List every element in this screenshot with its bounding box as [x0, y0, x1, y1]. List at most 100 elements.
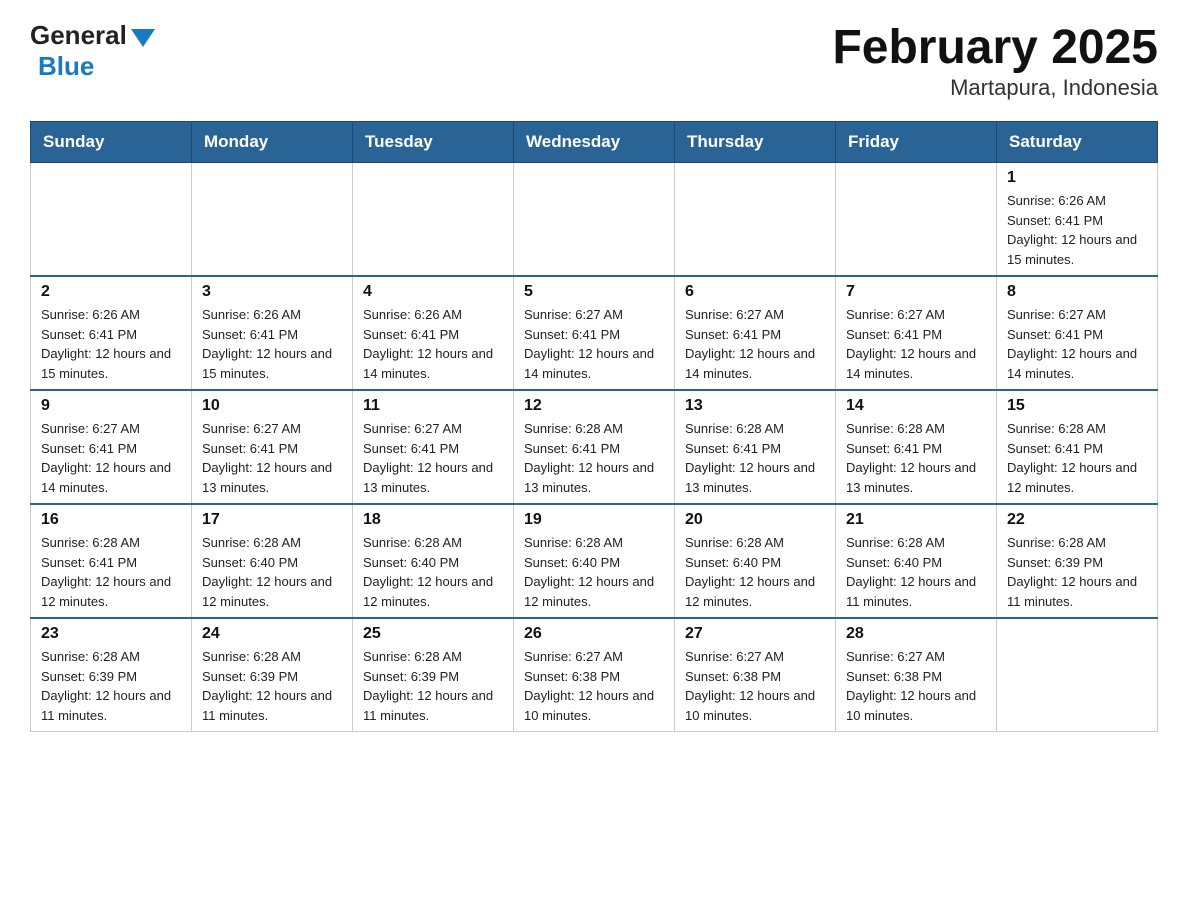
calendar-cell	[353, 163, 514, 277]
calendar-cell: 16 Sunrise: 6:28 AMSunset: 6:41 PMDayligh…	[31, 504, 192, 618]
weekday-header-sunday: Sunday	[31, 122, 192, 163]
calendar-cell: 7Sunrise: 6:27 AMSunset: 6:41 PMDaylight…	[836, 276, 997, 390]
calendar-cell: 22 Sunrise: 6:28 AMSunset: 6:39 PMDayligh…	[997, 504, 1158, 618]
calendar-cell: 8 Sunrise: 6:27 AMSunset: 6:41 PMDaylight…	[997, 276, 1158, 390]
calendar-cell: 6 Sunrise: 6:27 AMSunset: 6:41 PMDaylight…	[675, 276, 836, 390]
logo-blue-text: Blue	[38, 51, 94, 82]
calendar-cell: 14 Sunrise: 6:28 AMSunset: 6:41 PMDayligh…	[836, 390, 997, 504]
calendar-cell: 5 Sunrise: 6:27 AMSunset: 6:41 PMDaylight…	[514, 276, 675, 390]
calendar-header-row: SundayMondayTuesdayWednesdayThursdayFrid…	[31, 122, 1158, 163]
calendar-cell: 13 Sunrise: 6:28 AMSunset: 6:41 PMDayligh…	[675, 390, 836, 504]
calendar-cell: 21 Sunrise: 6:28 AMSunset: 6:40 PMDayligh…	[836, 504, 997, 618]
day-info: Sunrise: 6:28 AMSunset: 6:39 PMDaylight:…	[41, 647, 181, 725]
calendar-cell: 11 Sunrise: 6:27 AMSunset: 6:41 PMDayligh…	[353, 390, 514, 504]
day-info: Sunrise: 6:28 AMSunset: 6:41 PMDaylight:…	[685, 419, 825, 497]
day-number: 1	[1007, 169, 1147, 187]
day-info: Sunrise: 6:28 AMSunset: 6:40 PMDaylight:…	[524, 533, 664, 611]
day-info: Sunrise: 6:28 AMSunset: 6:41 PMDaylight:…	[1007, 419, 1147, 497]
calendar-week-row: 1 Sunrise: 6:26 AMSunset: 6:41 PMDaylight…	[31, 163, 1158, 277]
logo: General Blue	[30, 20, 155, 82]
month-title: February 2025	[832, 20, 1158, 75]
weekday-header-monday: Monday	[192, 122, 353, 163]
calendar-cell: 25 Sunrise: 6:28 AMSunset: 6:39 PMDayligh…	[353, 618, 514, 732]
calendar-cell: 24 Sunrise: 6:28 AMSunset: 6:39 PMDayligh…	[192, 618, 353, 732]
calendar-week-row: 2Sunrise: 6:26 AMSunset: 6:41 PMDaylight…	[31, 276, 1158, 390]
day-number: 27	[685, 625, 825, 643]
day-info: Sunrise: 6:28 AMSunset: 6:41 PMDaylight:…	[846, 419, 986, 497]
day-number: 5	[524, 283, 664, 301]
day-info: Sunrise: 6:26 AMSunset: 6:41 PMDaylight:…	[1007, 191, 1147, 269]
calendar-cell	[31, 163, 192, 277]
day-number: 20	[685, 511, 825, 529]
calendar-cell: 12 Sunrise: 6:28 AMSunset: 6:41 PMDayligh…	[514, 390, 675, 504]
day-info: Sunrise: 6:28 AMSunset: 6:40 PMDaylight:…	[685, 533, 825, 611]
day-info: Sunrise: 6:27 AMSunset: 6:41 PMDaylight:…	[524, 305, 664, 383]
logo-arrow-icon	[131, 29, 155, 47]
calendar-cell	[997, 618, 1158, 732]
day-info: Sunrise: 6:27 AMSunset: 6:38 PMDaylight:…	[685, 647, 825, 725]
calendar-cell: 15 Sunrise: 6:28 AMSunset: 6:41 PMDayligh…	[997, 390, 1158, 504]
location: Martapura, Indonesia	[832, 75, 1158, 101]
day-number: 21	[846, 511, 986, 529]
day-number: 11	[363, 397, 503, 415]
calendar-week-row: 9 Sunrise: 6:27 AMSunset: 6:41 PMDaylight…	[31, 390, 1158, 504]
day-number: 19	[524, 511, 664, 529]
day-number: 8	[1007, 283, 1147, 301]
calendar-cell: 9 Sunrise: 6:27 AMSunset: 6:41 PMDaylight…	[31, 390, 192, 504]
day-info: Sunrise: 6:28 AMSunset: 6:40 PMDaylight:…	[846, 533, 986, 611]
day-info: Sunrise: 6:28 AMSunset: 6:39 PMDaylight:…	[363, 647, 503, 725]
day-number: 12	[524, 397, 664, 415]
day-number: 3	[202, 283, 342, 301]
calendar-cell: 18Sunrise: 6:28 AMSunset: 6:40 PMDayligh…	[353, 504, 514, 618]
day-number: 23	[41, 625, 181, 643]
calendar-cell	[675, 163, 836, 277]
calendar-cell	[836, 163, 997, 277]
calendar-week-row: 16 Sunrise: 6:28 AMSunset: 6:41 PMDayligh…	[31, 504, 1158, 618]
day-number: 7	[846, 283, 986, 301]
calendar-week-row: 23 Sunrise: 6:28 AMSunset: 6:39 PMDayligh…	[31, 618, 1158, 732]
weekday-header-wednesday: Wednesday	[514, 122, 675, 163]
day-info: Sunrise: 6:28 AMSunset: 6:41 PMDaylight:…	[41, 533, 181, 611]
day-number: 28	[846, 625, 986, 643]
day-info: Sunrise: 6:28 AMSunset: 6:40 PMDaylight:…	[202, 533, 342, 611]
day-info: Sunrise: 6:27 AMSunset: 6:41 PMDaylight:…	[41, 419, 181, 497]
day-info: Sunrise: 6:27 AMSunset: 6:41 PMDaylight:…	[363, 419, 503, 497]
day-number: 24	[202, 625, 342, 643]
calendar-cell	[192, 163, 353, 277]
day-number: 18	[363, 511, 503, 529]
day-number: 22	[1007, 511, 1147, 529]
day-info: Sunrise: 6:27 AMSunset: 6:41 PMDaylight:…	[685, 305, 825, 383]
weekday-header-tuesday: Tuesday	[353, 122, 514, 163]
calendar-cell: 1 Sunrise: 6:26 AMSunset: 6:41 PMDaylight…	[997, 163, 1158, 277]
day-info: Sunrise: 6:27 AMSunset: 6:41 PMDaylight:…	[1007, 305, 1147, 383]
day-number: 13	[685, 397, 825, 415]
day-info: Sunrise: 6:28 AMSunset: 6:39 PMDaylight:…	[1007, 533, 1147, 611]
day-info: Sunrise: 6:27 AMSunset: 6:38 PMDaylight:…	[846, 647, 986, 725]
day-number: 6	[685, 283, 825, 301]
day-number: 14	[846, 397, 986, 415]
calendar-cell: 26Sunrise: 6:27 AMSunset: 6:38 PMDayligh…	[514, 618, 675, 732]
calendar-cell: 20 Sunrise: 6:28 AMSunset: 6:40 PMDayligh…	[675, 504, 836, 618]
calendar-table: SundayMondayTuesdayWednesdayThursdayFrid…	[30, 121, 1158, 732]
calendar-cell: 10 Sunrise: 6:27 AMSunset: 6:41 PMDayligh…	[192, 390, 353, 504]
day-info: Sunrise: 6:28 AMSunset: 6:39 PMDaylight:…	[202, 647, 342, 725]
logo-general-text: General	[30, 20, 127, 51]
day-number: 16	[41, 511, 181, 529]
calendar-cell: 23 Sunrise: 6:28 AMSunset: 6:39 PMDayligh…	[31, 618, 192, 732]
day-number: 15	[1007, 397, 1147, 415]
day-info: Sunrise: 6:28 AMSunset: 6:41 PMDaylight:…	[524, 419, 664, 497]
day-number: 17	[202, 511, 342, 529]
calendar-cell: 28 Sunrise: 6:27 AMSunset: 6:38 PMDayligh…	[836, 618, 997, 732]
day-number: 10	[202, 397, 342, 415]
day-number: 4	[363, 283, 503, 301]
calendar-cell: 3Sunrise: 6:26 AMSunset: 6:41 PMDaylight…	[192, 276, 353, 390]
weekday-header-friday: Friday	[836, 122, 997, 163]
day-info: Sunrise: 6:26 AMSunset: 6:41 PMDaylight:…	[41, 305, 181, 383]
day-number: 25	[363, 625, 503, 643]
calendar-cell	[514, 163, 675, 277]
calendar-cell: 27 Sunrise: 6:27 AMSunset: 6:38 PMDayligh…	[675, 618, 836, 732]
page-header: General Blue February 2025 Martapura, In…	[30, 20, 1158, 101]
day-number: 9	[41, 397, 181, 415]
day-info: Sunrise: 6:27 AMSunset: 6:41 PMDaylight:…	[202, 419, 342, 497]
day-number: 26	[524, 625, 664, 643]
